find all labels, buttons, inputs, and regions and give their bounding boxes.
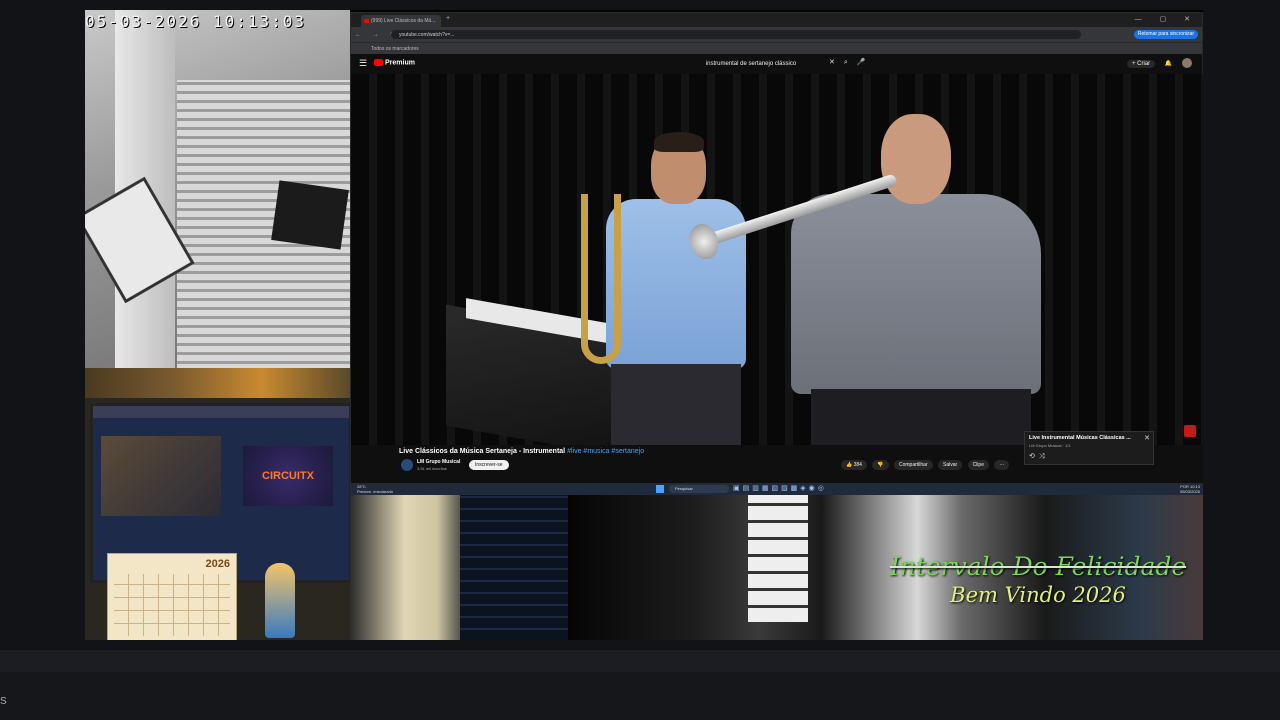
barred-window	[748, 492, 808, 622]
youtube-logo[interactable]: Premium	[374, 59, 415, 66]
saxophonist-pants	[611, 364, 741, 445]
windows-taskbar: 28°C Predom. ensolarado Pesquisar ▣▤▥▦▧▨…	[351, 483, 1203, 495]
video-info: Live Clássicos da Música Sertaneja - Ins…	[351, 431, 1203, 483]
url-input[interactable]: youtube.com/watch?v=...	[391, 30, 1081, 39]
dark-screen	[460, 492, 568, 640]
camera-mosaic: 05-03-2026 10:13:03 CIRCUITX 2026 Interv…	[85, 10, 1203, 640]
youtube-play-icon	[374, 59, 383, 66]
start-icon[interactable]	[656, 485, 664, 493]
saxophone	[581, 194, 621, 364]
video-player[interactable]	[351, 74, 1203, 445]
stream-thumbnail	[101, 436, 221, 516]
hanging-monitor	[271, 180, 349, 250]
system-tray[interactable]: POR 10:13 05/03/2026	[1180, 484, 1200, 494]
camera-timestamp: 05-03-2026 10:13:03	[85, 12, 307, 31]
tab-title: (999) Live Clássicos da Mú...	[371, 18, 436, 24]
clip-button[interactable]: Clipe	[967, 460, 989, 470]
calendar-grid	[114, 574, 230, 636]
calendar-year: 2026	[205, 558, 230, 570]
bookmark-all[interactable]: Todos os marcadores	[371, 46, 419, 52]
overlay-line-1: Intervalo Do Felicidade	[889, 552, 1187, 581]
new-tab-button[interactable]: +	[446, 15, 450, 22]
host-toolbar	[0, 650, 1280, 672]
channel-avatar[interactable]	[401, 459, 413, 471]
more-button[interactable]: ···	[994, 460, 1010, 470]
pinned-apps[interactable]: ▣▤▥▦▧▨▩◈◉◎	[733, 484, 827, 492]
youtube-favicon-icon	[364, 19, 369, 23]
playlist-subtitle: LM Grupo Musical · 1/1	[1029, 443, 1071, 448]
desktop-stage: 05-03-2026 10:13:03 CIRCUITX 2026 Interv…	[0, 0, 1280, 720]
video-actions: 👍 384 👎 Compartilhar Salvar Clipe ···	[841, 460, 1013, 470]
camera-feed-entrance: 05-03-2026 10:13:03	[85, 10, 350, 368]
playlist-title: Live Instrumental Músicas Clássicas ...	[1029, 435, 1131, 441]
window-controls[interactable]: — ▢ ✕	[1135, 15, 1198, 23]
channel-name[interactable]: LM Grupo Musical	[417, 459, 460, 465]
menu-icon[interactable]: ☰	[359, 58, 367, 69]
toy-figure	[265, 563, 295, 638]
share-button[interactable]: Compartilhar	[893, 460, 933, 470]
youtube-header-right: + Criar 🔔	[1127, 58, 1192, 68]
saxophonist-shirt	[606, 199, 746, 369]
trumpeter-pants	[811, 389, 1031, 445]
trumpeter-shirt	[791, 194, 1041, 394]
saxophonist-head	[651, 132, 706, 204]
youtube-search-input[interactable]: instrumental de sertanejo clássico	[651, 58, 851, 70]
monitor-tab-bar	[93, 406, 349, 418]
close-icon[interactable]: ✕	[1144, 434, 1150, 442]
sync-button[interactable]: Retomar para sincronizar	[1133, 30, 1198, 39]
trumpeter-head	[881, 114, 951, 204]
live-badge-icon	[1184, 425, 1196, 437]
trumpeter	[791, 114, 1041, 445]
dislike-button[interactable]: 👎	[872, 460, 889, 470]
playlist-controls[interactable]: ⟲⤨	[1029, 452, 1048, 461]
bookshelf	[85, 368, 350, 398]
account-avatar[interactable]	[1182, 58, 1192, 68]
camera-feed-hall: Intervalo Do Felicidade Bem Vindo 2026	[568, 492, 1203, 640]
playlist-panel[interactable]: Live Instrumental Músicas Clássicas ... …	[1024, 431, 1154, 465]
search-icons[interactable]: ✕⌕🎤	[829, 58, 875, 67]
overlay-line-2: Bem Vindo 2026	[950, 583, 1126, 607]
wall-calendar: 2026	[107, 553, 237, 640]
taskbar-search-input[interactable]: Pesquisar	[669, 485, 729, 493]
bookmarks-bar: Todos os marcadores	[351, 42, 1202, 54]
channel-subscribers: 3,51 mil inscritos	[417, 466, 447, 471]
edge-label: S	[0, 696, 7, 707]
subscribe-button[interactable]: Inscrever-se	[469, 460, 509, 470]
browser-tab-youtube[interactable]: (999) Live Clássicos da Mú...	[361, 15, 441, 27]
address-bar-row: ← → ⟳ youtube.com/watch?v=... Retomar pa…	[351, 27, 1202, 42]
video-title: Live Clássicos da Música Sertaneja - Ins…	[399, 448, 645, 455]
like-button[interactable]: 👍 384	[841, 460, 867, 470]
create-button[interactable]: + Criar	[1127, 59, 1156, 68]
browser-tab-bar: (999) Live Clássicos da Mú... + — ▢ ✕	[351, 13, 1202, 27]
save-button[interactable]: Salvar	[938, 460, 963, 470]
stream-logo: CIRCUITX	[243, 446, 333, 506]
notifications-bell-icon[interactable]: 🔔	[1165, 61, 1172, 67]
camera-feed-desk	[350, 492, 568, 640]
host-bottom-panel	[0, 672, 1280, 720]
video-tags[interactable]: #live #musica #sertanejo	[567, 448, 644, 455]
youtube-header: ☰ Premium instrumental de sertanejo clás…	[351, 54, 1202, 74]
welcome-overlay: Intervalo Do Felicidade Bem Vindo 2026	[888, 552, 1188, 607]
weather-widget[interactable]: 28°C Predom. ensolarado	[357, 484, 393, 494]
camera-feed-room: CIRCUITX 2026	[85, 368, 350, 640]
browser-window: (999) Live Clássicos da Mú... + — ▢ ✕ ← …	[350, 12, 1203, 495]
